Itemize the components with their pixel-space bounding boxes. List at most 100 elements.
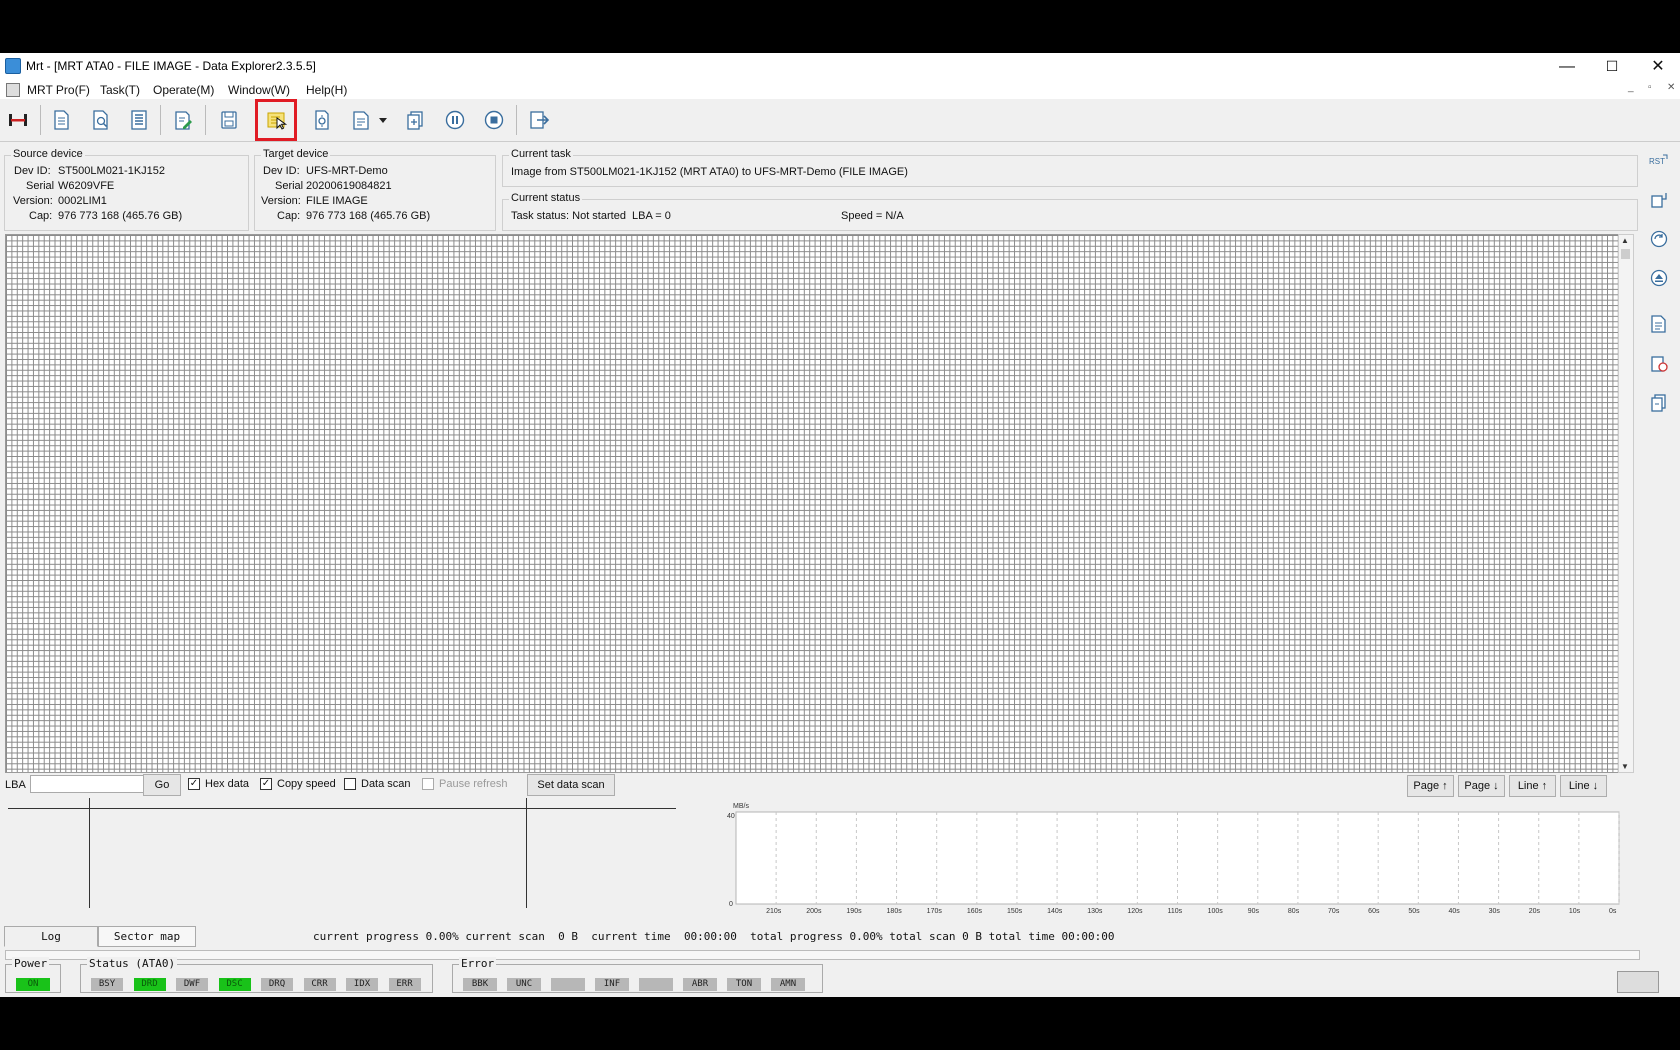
menu-help[interactable]: Help(H) bbox=[306, 83, 347, 97]
document-menu-icon[interactable] bbox=[6, 83, 20, 97]
data-scan-check-box[interactable] bbox=[344, 778, 356, 790]
menu-mrt-pro[interactable]: MRT Pro(F) bbox=[27, 83, 90, 97]
pause-button[interactable] bbox=[440, 105, 470, 135]
current-scan-value: 0 B bbox=[558, 930, 578, 943]
error-led-unc: UNC bbox=[507, 978, 541, 991]
current-task-title: Current task bbox=[509, 148, 573, 160]
copy-button[interactable] bbox=[400, 105, 430, 135]
total-time-value: 00:00:00 bbox=[1061, 930, 1115, 943]
error-led-blank-4 bbox=[639, 978, 673, 991]
current-time-label: current time bbox=[591, 930, 671, 943]
total-progress-value: 0.00% bbox=[849, 930, 883, 943]
x-tick-label: 110s bbox=[1168, 908, 1183, 915]
tool-button-7[interactable] bbox=[1648, 392, 1670, 414]
x-tick-label: 200s bbox=[806, 908, 822, 915]
document-icon bbox=[54, 110, 69, 130]
go-button[interactable]: Go bbox=[143, 774, 181, 796]
current-progress-label: current progress bbox=[313, 930, 419, 943]
edit-document-icon bbox=[175, 111, 192, 130]
scroll-thumb[interactable] bbox=[1621, 249, 1630, 259]
hex-data-check-box[interactable]: ✓ bbox=[188, 778, 200, 790]
save-button[interactable] bbox=[214, 105, 244, 135]
total-scan-value: 0 B bbox=[962, 930, 982, 943]
report-button[interactable] bbox=[346, 105, 376, 135]
hex-data-checkbox[interactable]: ✓ Hex data bbox=[188, 778, 249, 790]
source-dev-id-label: Dev ID: bbox=[14, 165, 51, 177]
pause-refresh-check-box bbox=[422, 778, 434, 790]
current-status-panel: Current status Task status: Not started … bbox=[502, 192, 1638, 231]
copy-settings-icon bbox=[1651, 394, 1666, 412]
image-task-button[interactable] bbox=[255, 99, 297, 141]
lba-input[interactable] bbox=[30, 775, 144, 793]
status-group: Status (ATA0) BSY DRD DWF DSC DRQ CRR IDX ERR bbox=[80, 957, 433, 993]
data-scan-checkbox[interactable]: Data scan bbox=[344, 778, 411, 790]
source-dev-id: ST500LM021-1KJ152 bbox=[58, 165, 166, 177]
tool-button-6[interactable] bbox=[1648, 353, 1670, 375]
reset-icon: RST bbox=[1649, 154, 1668, 166]
report-side-icon bbox=[1651, 315, 1666, 333]
copy-speed-check-box[interactable]: ✓ bbox=[260, 778, 272, 790]
connect-button[interactable] bbox=[3, 105, 33, 135]
speed-text: Speed = N/A bbox=[841, 210, 904, 222]
page-up-button[interactable]: Page ↑ bbox=[1407, 775, 1454, 797]
page-down-button[interactable]: Page ↓ bbox=[1458, 775, 1505, 797]
target-version-label: Version: bbox=[261, 195, 301, 207]
report-dropdown-button[interactable] bbox=[376, 105, 390, 135]
new-document-button[interactable] bbox=[46, 105, 76, 135]
speed-chart: 210s 200s 190s 180s 170s 160s 150s 140s 130s 120s… bbox=[706, 796, 1636, 918]
scan-button[interactable] bbox=[307, 105, 337, 135]
x-tick-label: 170s bbox=[927, 908, 943, 915]
horizontal-scrollbar[interactable] bbox=[5, 950, 1640, 960]
tab-sector-map[interactable]: Sector map bbox=[98, 926, 196, 947]
grid-scrollbar[interactable]: ▲ ▼ bbox=[1618, 234, 1634, 773]
scan-icon bbox=[315, 110, 329, 130]
current-status-title: Current status bbox=[509, 192, 583, 204]
refresh-icon bbox=[1650, 230, 1668, 248]
status-led-drd: DRD bbox=[133, 978, 166, 991]
mdi-close-button[interactable]: ✕ bbox=[1667, 82, 1675, 93]
hex-data-label: Hex data bbox=[205, 778, 250, 790]
data-scan-label: Data scan bbox=[361, 778, 411, 790]
copy-speed-checkbox[interactable]: ✓ Copy speed bbox=[260, 778, 336, 790]
scroll-down-icon[interactable]: ▼ bbox=[1621, 762, 1629, 771]
tool-button-5[interactable] bbox=[1648, 313, 1670, 335]
eject-icon bbox=[1650, 269, 1668, 287]
edit-document-button[interactable] bbox=[168, 105, 198, 135]
tab-log[interactable]: Log bbox=[4, 926, 98, 947]
stop-icon bbox=[484, 110, 504, 130]
status-led-err: ERR bbox=[388, 978, 421, 991]
mdi-restore-button[interactable]: ▫ bbox=[1648, 82, 1652, 93]
set-data-scan-button[interactable]: Set data scan bbox=[527, 774, 615, 796]
close-button[interactable]: ✕ bbox=[1636, 53, 1680, 80]
maximize-button[interactable]: ☐ bbox=[1590, 53, 1634, 80]
x-tick-label: 10s bbox=[1569, 908, 1581, 915]
status-led-crr: CRR bbox=[303, 978, 336, 991]
target-serial-label: Serial bbox=[275, 180, 304, 192]
x-tick-label: 40s bbox=[1448, 908, 1460, 915]
stop-button[interactable] bbox=[479, 105, 509, 135]
title-bar: Mrt - [MRT ATA0 - FILE IMAGE - Data Expl… bbox=[0, 53, 1680, 80]
minimize-button[interactable]: — bbox=[1545, 53, 1589, 80]
scroll-up-icon[interactable]: ▲ bbox=[1621, 236, 1629, 245]
menu-task[interactable]: Task(T) bbox=[100, 83, 140, 97]
target-device-panel: Target device Dev ID: UFS-MRT-Demo Seria… bbox=[254, 148, 496, 231]
toolbar bbox=[0, 99, 1680, 142]
copy-speed-label: Copy speed bbox=[277, 778, 336, 790]
exit-button[interactable] bbox=[524, 105, 554, 135]
tool-button-4[interactable] bbox=[1648, 267, 1670, 289]
line-down-button[interactable]: Line ↓ bbox=[1560, 775, 1607, 797]
line-up-button[interactable]: Line ↑ bbox=[1509, 775, 1556, 797]
current-progress-value: 0.00% bbox=[425, 930, 459, 943]
tool-button-2[interactable] bbox=[1648, 189, 1670, 211]
mdi-minimize-button[interactable]: _ bbox=[1628, 82, 1634, 93]
menu-window[interactable]: Window(W) bbox=[228, 83, 290, 97]
menu-operate[interactable]: Operate(M) bbox=[153, 83, 214, 97]
tool-button-3[interactable] bbox=[1648, 228, 1670, 250]
source-cap-label: Cap: bbox=[29, 210, 53, 222]
sector-grid[interactable] bbox=[5, 234, 1619, 773]
menu-bar: MRT Pro(F) Task(T) Operate(M) Window(W) … bbox=[0, 80, 1680, 99]
reset-button[interactable]: RST bbox=[1648, 150, 1670, 172]
log-column-divider-1 bbox=[89, 798, 90, 908]
document-list-button[interactable] bbox=[124, 105, 154, 135]
open-document-button[interactable] bbox=[86, 105, 116, 135]
